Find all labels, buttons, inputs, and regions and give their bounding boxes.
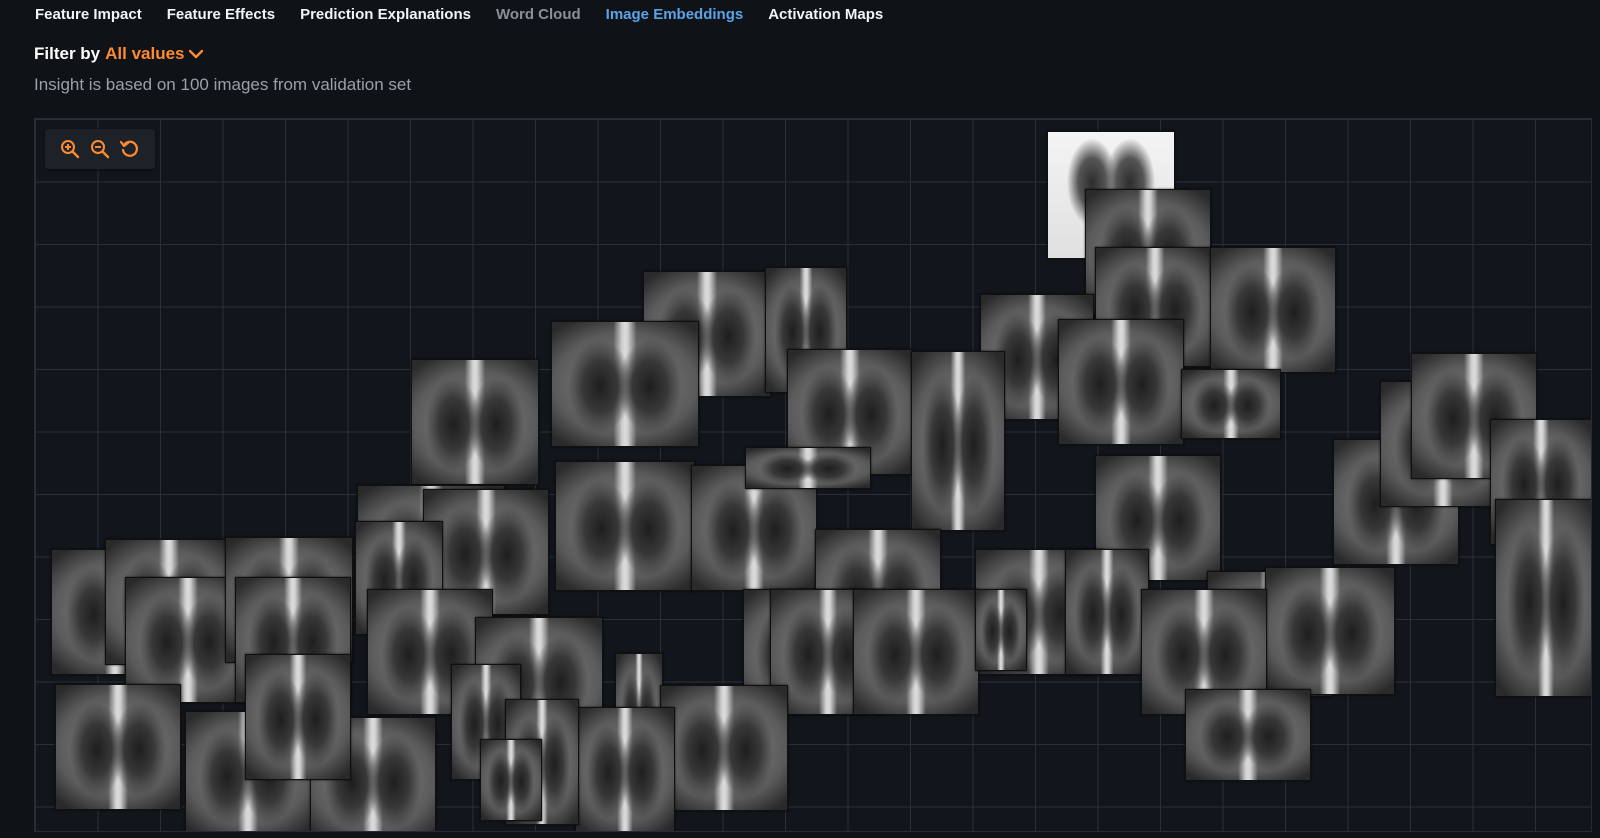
filter-label: Filter by	[34, 44, 101, 63]
filter-row: Filter by All values	[34, 44, 203, 64]
tab-feature-effects[interactable]: Feature Effects	[167, 6, 275, 23]
zoom-out-icon[interactable]	[89, 138, 111, 160]
image-thumbnail[interactable]	[1265, 567, 1395, 695]
image-thumbnail[interactable]	[1210, 247, 1336, 373]
image-thumbnail[interactable]	[1058, 319, 1184, 445]
image-thumbnail[interactable]	[745, 447, 871, 489]
tab-activation-maps[interactable]: Activation Maps	[768, 6, 883, 23]
tab-word-cloud[interactable]: Word Cloud	[496, 6, 581, 23]
image-thumbnail[interactable]	[1065, 549, 1149, 675]
image-thumbnail[interactable]	[660, 685, 788, 811]
zoom-in-icon[interactable]	[59, 138, 81, 160]
image-thumbnail[interactable]	[480, 739, 542, 821]
image-thumbnail[interactable]	[1181, 369, 1281, 439]
embeddings-canvas[interactable]	[34, 118, 1592, 832]
image-thumbnail[interactable]	[555, 461, 695, 591]
filter-value: All values	[105, 44, 185, 63]
image-thumbnail[interactable]	[575, 707, 675, 831]
insight-subtitle: Insight is based on 100 images from vali…	[34, 75, 412, 94]
image-thumbnail[interactable]	[411, 359, 539, 485]
chevron-down-icon	[188, 44, 203, 64]
tab-image-embeddings[interactable]: Image Embeddings	[606, 6, 744, 23]
filter-dropdown[interactable]: All values	[105, 44, 203, 64]
image-thumbnail[interactable]	[55, 684, 181, 810]
insight-tabs: Feature Impact Feature Effects Predictio…	[35, 6, 908, 23]
reset-icon[interactable]	[119, 138, 141, 160]
image-thumbnail[interactable]	[853, 589, 979, 715]
image-thumbnail[interactable]	[551, 321, 699, 447]
image-thumbnail[interactable]	[1495, 499, 1591, 697]
image-thumbnail[interactable]	[1185, 689, 1311, 781]
tab-prediction-explanations[interactable]: Prediction Explanations	[300, 6, 471, 23]
image-thumbnail[interactable]	[245, 654, 351, 780]
zoom-toolbar	[45, 129, 155, 169]
image-thumbnail[interactable]	[911, 351, 1005, 531]
image-thumbnail[interactable]	[975, 589, 1027, 671]
tab-feature-impact[interactable]: Feature Impact	[35, 6, 142, 23]
